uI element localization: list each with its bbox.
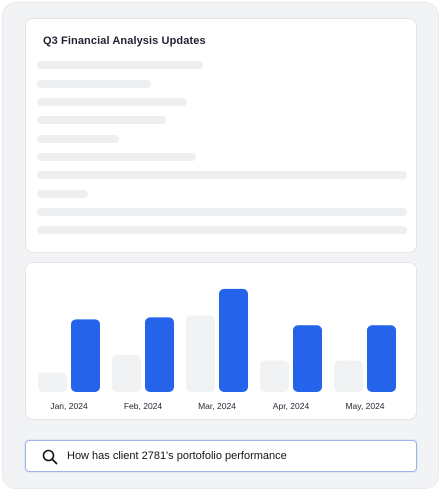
- search-icon: [42, 449, 58, 465]
- skeleton-line: [37, 226, 407, 234]
- document-card: Q3 Financial Analysis Updates: [25, 18, 417, 253]
- skeleton-line: [37, 153, 196, 161]
- x-tick-label: Mar, 2024: [198, 401, 236, 411]
- bar-primary: [219, 288, 248, 392]
- bar-primary: [145, 317, 174, 392]
- bar-primary: [71, 319, 100, 392]
- skeleton-line: [37, 190, 88, 198]
- query-text: How has client 2781's portofolio perform…: [67, 450, 287, 462]
- chart-card: Jan, 2024 Feb, 2024 Mar, 2024 Apr, 2024 May,…: [25, 262, 417, 420]
- skeleton-line: [37, 98, 187, 106]
- bar-secondary: [112, 354, 141, 392]
- x-tick-label: Jan, 2024: [50, 401, 88, 411]
- x-tick-label: Feb, 2024: [124, 401, 163, 411]
- skeleton-line: [37, 135, 119, 143]
- skeleton-line: [37, 116, 166, 124]
- skeleton-line: [37, 171, 407, 179]
- skeleton-line: [37, 208, 407, 216]
- skeleton-line: [37, 61, 203, 69]
- bar-primary: [293, 325, 322, 392]
- bar-secondary: [260, 360, 289, 392]
- bar-chart: Jan, 2024 Feb, 2024 Mar, 2024 Apr, 2024 May,…: [38, 288, 396, 411]
- bar-primary: [367, 325, 396, 392]
- x-tick-label: May, 2024: [345, 401, 384, 411]
- bar-secondary: [38, 372, 67, 392]
- query-input[interactable]: How has client 2781's portofolio perform…: [25, 440, 417, 472]
- document-title: Q3 Financial Analysis Updates: [43, 35, 206, 47]
- x-tick-label: Apr, 2024: [273, 401, 310, 411]
- bar-secondary: [186, 315, 215, 392]
- skeleton-line: [37, 80, 151, 88]
- bar-secondary: [334, 360, 363, 392]
